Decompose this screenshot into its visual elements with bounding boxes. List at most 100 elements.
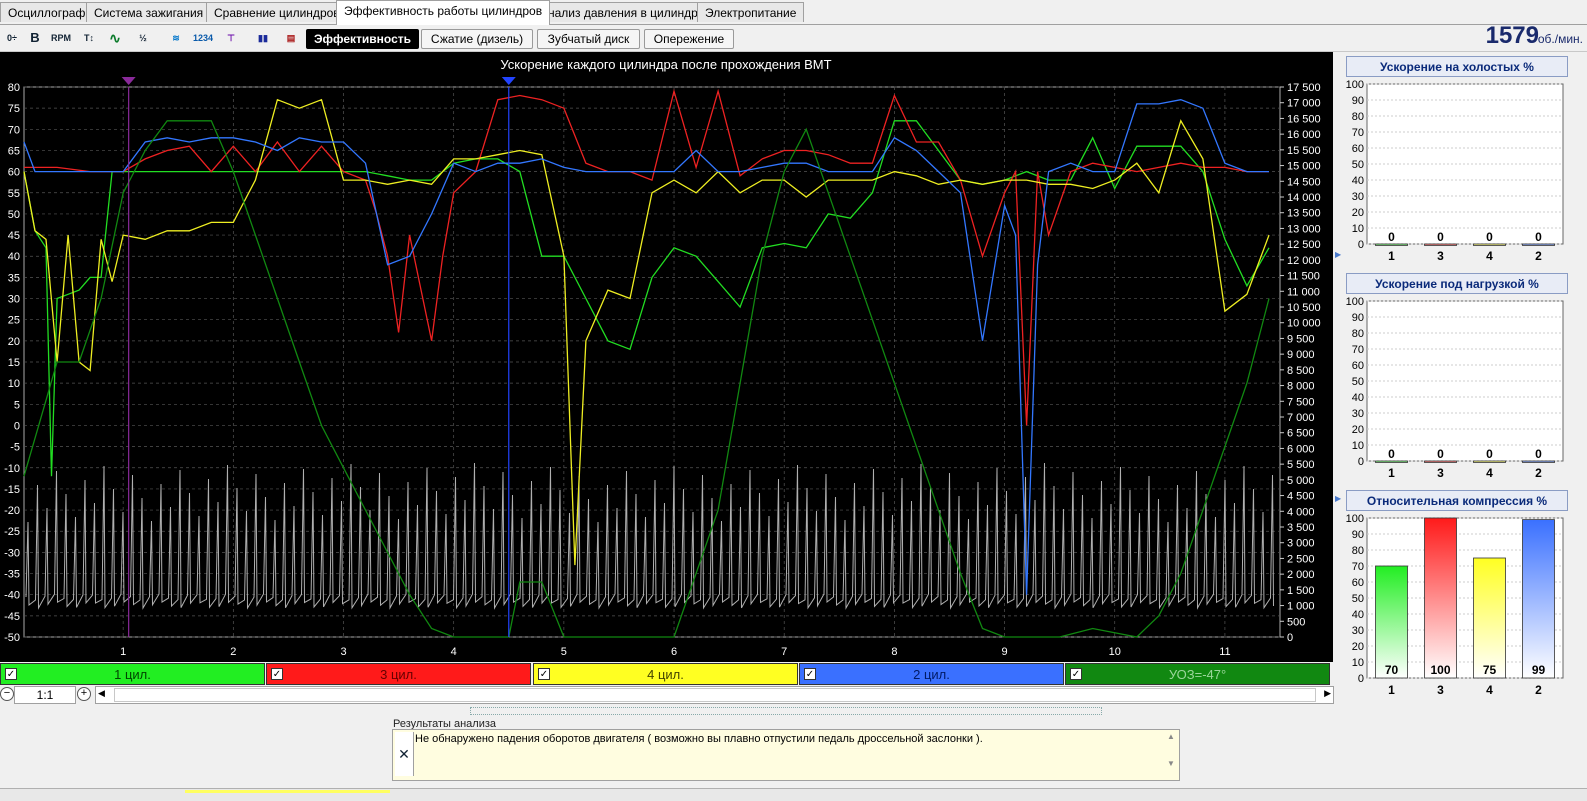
panel-tick-label: 30 [1352, 191, 1364, 203]
cursor-marker-left[interactable] [121, 77, 136, 85]
grid-table-icon[interactable]: ▤ [280, 28, 302, 48]
panel-cylinder-label: 4 [1486, 683, 1493, 697]
zoom-level-icon[interactable]: 0÷ [1, 28, 23, 48]
panel-tick-label: 20 [1352, 207, 1364, 219]
panel-bar-value: 0 [1437, 447, 1444, 461]
right-tick-label: 6 500 [1287, 428, 1315, 440]
splitter-handle[interactable] [470, 707, 1102, 715]
channel-label: 4 цил. [647, 667, 684, 682]
x-tick-label: 10 [1109, 646, 1121, 658]
right-tick-label: 13 000 [1287, 223, 1321, 235]
panel-cylinder-label: 1 [1388, 249, 1395, 263]
panel-tick-label: 60 [1352, 360, 1364, 372]
subtab-toothed-disc[interactable]: Зубчатый диск [537, 29, 640, 49]
scrollbar-thumb[interactable] [114, 688, 1316, 702]
close-icon[interactable]: ✕ [395, 732, 414, 776]
status-bar [0, 788, 1587, 801]
zoom-out-button[interactable]: − [0, 687, 14, 701]
left-tick-label: -20 [4, 505, 20, 517]
panel-toggle-icon[interactable]: ▶ [1335, 250, 1341, 259]
rpm-icon[interactable]: RPM [50, 28, 72, 48]
tab-cylinder-pressure[interactable]: Анализ давления в цилиндре [532, 2, 713, 22]
tab-power-supply[interactable]: Электропитание [697, 2, 805, 22]
right-tick-label: 9 000 [1287, 349, 1315, 361]
right-tick-label: 17 500 [1287, 82, 1321, 94]
panel-title: Ускорение на холостых % [1346, 56, 1568, 77]
left-tick-label: 75 [8, 103, 20, 115]
right-tick-label: 16 500 [1287, 113, 1321, 125]
t1-t2-icon[interactable]: T↕ [78, 28, 100, 48]
panel-cylinder-label: 2 [1535, 249, 1542, 263]
panel-bar [1473, 557, 1506, 679]
left-tick-label: -50 [4, 632, 20, 644]
sequence-1234-icon[interactable]: 1234 [192, 28, 214, 48]
subtab-efficiency[interactable]: Эффективность [306, 29, 419, 49]
panel-toggle-icon[interactable]: ▶ [1335, 494, 1341, 503]
bars-icon[interactable]: ▮▮ [252, 28, 274, 48]
subtab-compression-diesel[interactable]: Сжатие (дизель) [421, 29, 533, 49]
marker-icon[interactable]: ⊤ [220, 28, 242, 48]
zoom-scroll-row: − 1:1 + ◀ ▶ [0, 686, 1334, 704]
left-tick-label: -45 [4, 611, 20, 623]
chart-title: Ускорение каждого цилиндра после прохожд… [500, 57, 831, 72]
x-tick-label: 7 [781, 646, 787, 658]
channel-toggle-2[interactable]: ✓ 3 цил. [266, 663, 531, 685]
panel-cylinder-label: 3 [1437, 683, 1444, 697]
tab-ignition-system[interactable]: Система зажигания [86, 2, 212, 22]
horizontal-scrollbar[interactable]: ◀ ▶ [95, 686, 1334, 704]
subtab-advance[interactable]: Опережение [644, 29, 734, 49]
bold-icon[interactable]: B [24, 28, 46, 48]
panel-tick-label: 50 [1352, 159, 1364, 171]
zoom-level-field[interactable]: 1:1 [14, 686, 76, 704]
panel-tick-label: 70 [1352, 127, 1364, 139]
right-tick-label: 3 500 [1287, 522, 1315, 534]
left-tick-label: 35 [8, 272, 20, 284]
results-scrollbar[interactable]: ▲ ▼ [1165, 732, 1177, 776]
x-axis-ticks: 1 2 3 4 5 6 7 8 9 10 11 [120, 646, 1231, 658]
cursor-marker-right[interactable] [501, 77, 516, 85]
channel-checkbox[interactable]: ✓ [271, 668, 283, 680]
panel-bar [1375, 460, 1408, 463]
smooth-curve-icon[interactable]: ∿ [104, 28, 126, 48]
tab-cylinder-comparison[interactable]: Сравнение цилиндров [206, 2, 348, 22]
channel-checkbox[interactable]: ✓ [538, 668, 550, 680]
left-tick-label: -30 [4, 547, 20, 559]
panel-bar [1473, 460, 1506, 463]
panel-tick-label: 40 [1352, 609, 1364, 621]
channel-toggle-1[interactable]: ✓ 1 цил. [0, 663, 265, 685]
zoom-in-button[interactable]: + [77, 687, 91, 701]
channel-toggle-3[interactable]: ✓ 4 цил. [533, 663, 798, 685]
right-tick-label: 9 500 [1287, 333, 1315, 345]
panel-bar [1424, 460, 1457, 463]
left-tick-label: 50 [8, 209, 20, 221]
toolbar: 0÷ B RPM T↕ ∿ ½ ≋ 1234 ⊤ ▮▮ ▤ Эффективно… [0, 25, 1587, 52]
acceleration-chart[interactable]: Ускорение каждого цилиндра после прохожд… [0, 52, 1333, 662]
channel-checkbox[interactable]: ✓ [804, 668, 816, 680]
panel-cylinder-label: 3 [1437, 466, 1444, 480]
channel-checkbox[interactable]: ✓ [5, 668, 17, 680]
scroll-right-icon[interactable]: ▶ [1324, 688, 1331, 699]
right-tick-label: 5 000 [1287, 475, 1315, 487]
panel-tick-label: 60 [1352, 577, 1364, 589]
panel-bar [1375, 565, 1408, 679]
channel-checkbox[interactable]: ✓ [1070, 668, 1082, 680]
right-tick-label: 11 500 [1287, 271, 1320, 283]
panel-bar-value: 0 [1388, 230, 1395, 244]
panel-bar-chart: 100908070605040302010001030402 [1346, 296, 1564, 480]
right-tick-label: 4 500 [1287, 491, 1315, 503]
panel-tick-label: 50 [1352, 593, 1364, 605]
channel-toggle-4[interactable]: ✓ 2 цил. [799, 663, 1064, 685]
scroll-left-icon[interactable]: ◀ [98, 688, 105, 699]
tab-cylinder-efficiency[interactable]: Эффективность работы цилиндров [336, 0, 551, 25]
left-tick-label: 60 [8, 167, 20, 179]
channel-toggle-5[interactable]: ✓ УОЗ=-47° [1065, 663, 1330, 685]
right-tick-label: 15 500 [1287, 145, 1321, 157]
right-tick-label: 11 000 [1287, 286, 1320, 298]
align-half-icon[interactable]: ½ [132, 28, 154, 48]
right-tick-label: 1 500 [1287, 585, 1315, 597]
filter-icon[interactable]: ≋ [165, 28, 187, 48]
tab-oscilloscope[interactable]: Осциллограф [0, 2, 94, 22]
panel-bar [1522, 460, 1555, 463]
left-tick-label: 25 [8, 315, 20, 327]
x-tick-label: 11 [1219, 646, 1230, 658]
